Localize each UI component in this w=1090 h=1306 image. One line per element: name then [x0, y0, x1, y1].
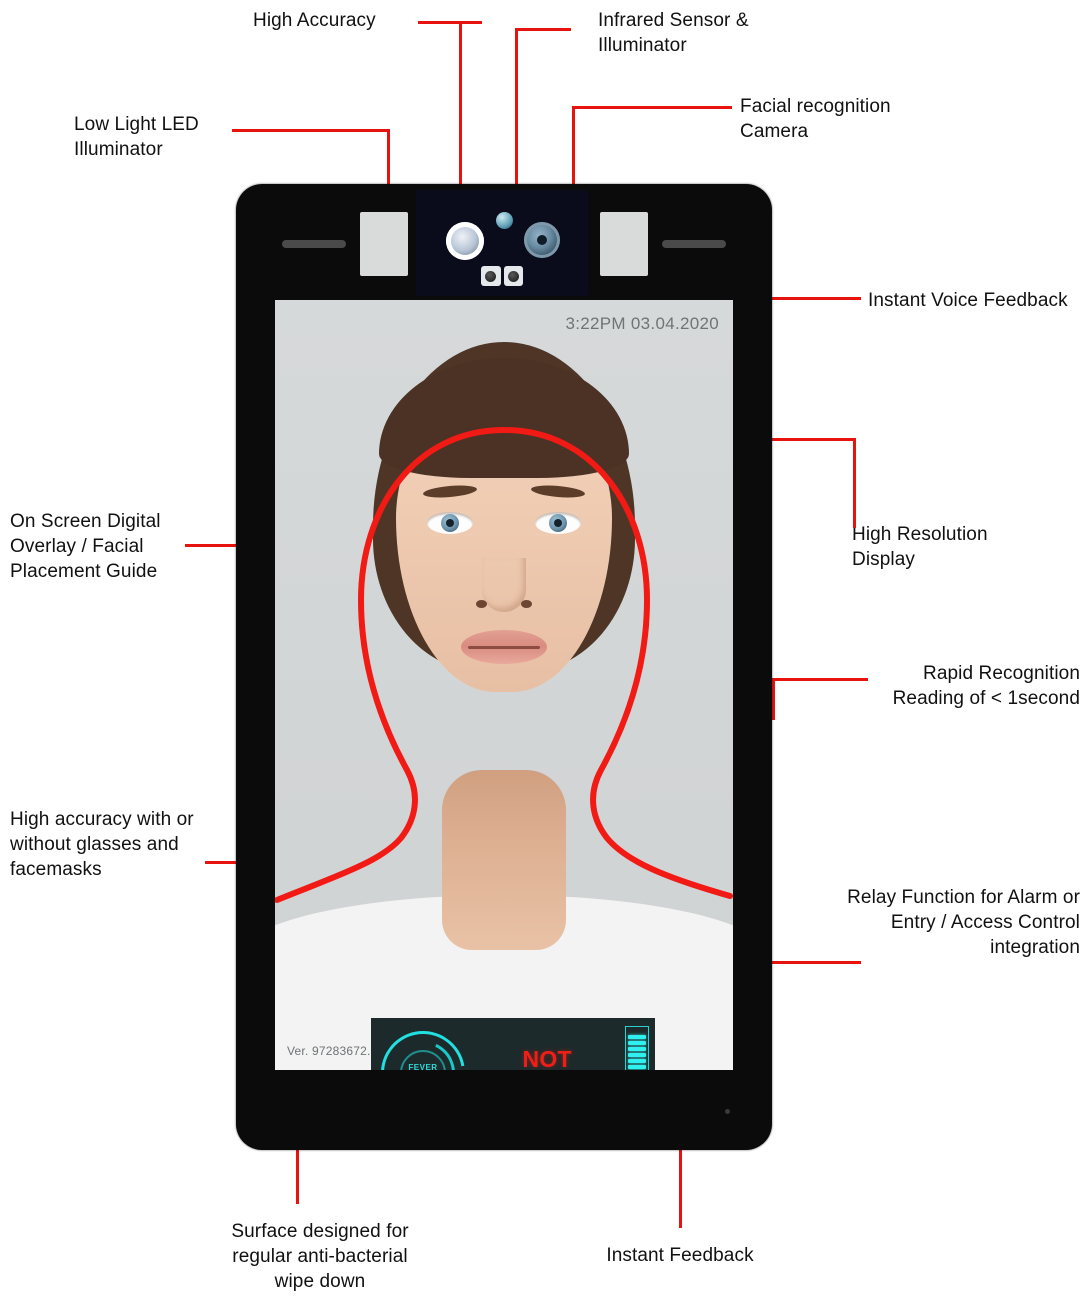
- facial-recognition-camera-icon: [524, 222, 560, 258]
- callout-instant-voice: Instant Voice Feedback: [868, 290, 1068, 311]
- infrared-illuminator-icon: [446, 222, 484, 260]
- callout-high-accuracy: High Accuracy: [253, 10, 376, 31]
- leader-facialcam-h: [572, 106, 732, 109]
- fever-screen-logo-icon: FEVER SCREEN: [371, 1018, 482, 1070]
- callout-low-light-led: Low Light LED Illuminator: [74, 114, 199, 160]
- timestamp-label: 3:22PM 03.04.2020: [565, 314, 719, 333]
- leader-rapid-h2: [772, 678, 868, 681]
- recognition-status-text: NOT RECOGNIZED: [522, 1046, 572, 1070]
- leader-rapid-v: [772, 678, 775, 720]
- callout-relay-function: Relay Function for Alarm or Entry / Acce…: [847, 887, 1080, 958]
- leader-infrared-h: [515, 28, 571, 31]
- callout-infrared-sensor: Infrared Sensor & Illuminator: [598, 10, 749, 56]
- leader-voice-h2: [763, 297, 861, 300]
- leader-lowlight-h: [232, 129, 390, 132]
- device-body: 3:22PM 03.04.2020 Ver. 97283672.009.22 F…: [236, 184, 772, 1150]
- meter-segment: [628, 1053, 647, 1057]
- meter-segment: [628, 1041, 647, 1045]
- callout-anti-bacterial: Surface designed for regular anti-bacter…: [231, 1221, 409, 1292]
- callout-onscreen-overlay: On Screen Digital Overlay / Facial Place…: [10, 511, 161, 582]
- meter-segment: [628, 1047, 647, 1051]
- display-screen[interactable]: 3:22PM 03.04.2020 Ver. 97283672.009.22 F…: [275, 300, 733, 1070]
- leader-highres-v: [853, 438, 856, 528]
- signal-meters: [625, 1026, 655, 1070]
- infrared-sensor-icon: [496, 212, 513, 229]
- callout-rapid-recognition: Rapid Recognition Reading of < 1second: [892, 663, 1080, 709]
- leader-high-accuracy-h: [418, 21, 482, 24]
- callout-high-resolution: High Resolution Display: [852, 524, 988, 570]
- meter-segment: [628, 1065, 647, 1069]
- callout-instant-feedback: Instant Feedback: [606, 1245, 754, 1266]
- dual-sensor-module-icon: [481, 266, 523, 286]
- speaker-grille-right-icon: [662, 240, 726, 248]
- callout-glasses-facemasks: High accuracy with or without glasses an…: [10, 809, 194, 880]
- led-illuminator-left: [360, 212, 408, 276]
- callout-facial-camera: Facial recognition Camera: [740, 96, 891, 142]
- indicator-dot-icon: [725, 1109, 730, 1114]
- sensor-strip: [416, 190, 588, 296]
- meter-segment: [628, 1059, 647, 1063]
- speaker-grille-left-icon: [282, 240, 346, 248]
- brand-line-1: FEVER: [408, 1063, 438, 1070]
- facial-placement-guide-overlay: [275, 427, 733, 903]
- meter-segment: [628, 1035, 647, 1039]
- meter-primary: [625, 1026, 650, 1070]
- recognition-result-overlay: FEVER SCREEN NOT RECOGNIZED: [371, 1018, 655, 1070]
- led-illuminator-right: [600, 212, 648, 276]
